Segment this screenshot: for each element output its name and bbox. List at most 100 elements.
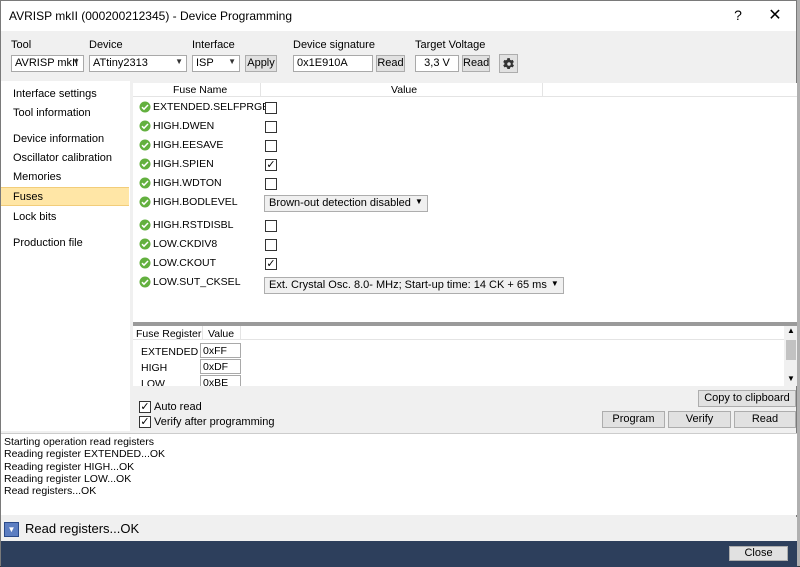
fuse-checkbox[interactable] — [265, 178, 277, 190]
table-row: HIGH 0xDF — [133, 359, 253, 375]
chevron-down-icon: ▼ — [550, 279, 559, 288]
check-circle-icon — [139, 276, 151, 288]
sidebar-item-production-file[interactable]: Production file — [1, 234, 129, 253]
read-button[interactable]: Read — [734, 411, 796, 428]
fuse-name: HIGH.DWEN — [153, 120, 215, 132]
register-value-field[interactable]: 0xBE — [200, 375, 241, 386]
sidebar-item-tool-information[interactable]: Tool information — [1, 104, 129, 123]
register-name: EXTENDED — [141, 346, 199, 358]
fuse-name: EXTENDED.SELFPRGEN — [153, 101, 277, 113]
fuse-grid: Fuse Name Value EXTENDED.SELFPRGEN HIGH.… — [133, 83, 798, 323]
toolbar: Tool AVRISP mkII ▼ Device ATtiny2313 ▼ I… — [1, 31, 796, 79]
check-circle-icon — [139, 120, 151, 132]
sidebar-item-oscillator-calibration[interactable]: Oscillator calibration — [1, 149, 129, 168]
interface-label: Interface — [192, 39, 235, 51]
sut-cksel-select[interactable]: Ext. Crystal Osc. 8.0- MHz; Start-up tim… — [264, 277, 564, 294]
log-line: Reading register LOW...OK — [4, 472, 132, 485]
register-name: HIGH — [141, 362, 168, 374]
device-select[interactable]: ATtiny2313 ▼ — [89, 55, 187, 72]
program-button[interactable]: Program — [602, 411, 665, 428]
verify-after-label: Verify after programming — [154, 416, 275, 428]
scroll-up-icon[interactable]: ▲ — [787, 326, 795, 335]
device-signature-field[interactable]: 0x1E910A — [293, 55, 373, 72]
fuse-checkbox[interactable] — [265, 102, 277, 114]
fuse-row: EXTENDED.SELFPRGEN — [133, 98, 798, 117]
device-signature-label: Device signature — [293, 39, 375, 51]
fuse-grid-header: Fuse Name Value — [133, 83, 798, 97]
fuse-row: HIGH.DWEN — [133, 117, 798, 136]
fuse-row: HIGH.BODLEVEL Brown-out detection disabl… — [133, 193, 798, 217]
bodlevel-select[interactable]: Brown-out detection disabled ▼ — [264, 195, 428, 212]
sidebar-item-device-information[interactable]: Device information — [1, 130, 129, 149]
check-circle-icon — [139, 139, 151, 151]
auto-read-checkbox[interactable]: ✓ — [139, 401, 151, 414]
fuse-name: LOW.CKOUT — [153, 257, 217, 269]
check-circle-icon — [139, 158, 151, 170]
fuse-name: HIGH.BODLEVEL — [153, 196, 238, 208]
fuse-name: LOW.SUT_CKSEL — [153, 276, 241, 288]
log-line: Starting operation read registers — [4, 436, 154, 448]
check-circle-icon — [139, 219, 151, 231]
log-line: Reading register HIGH...OK — [4, 460, 135, 473]
fuse-register-column-header: Fuse Register — [136, 328, 202, 340]
window-title: AVRISP mkII (000200212345) - Device Prog… — [9, 9, 293, 23]
check-circle-icon — [139, 257, 151, 269]
dialog-footer: Close — [1, 541, 798, 567]
check-circle-icon — [139, 101, 151, 113]
sidebar-item-fuses[interactable]: Fuses — [1, 187, 129, 206]
chevron-down-icon: ▼ — [72, 57, 80, 66]
copy-to-clipboard-button[interactable]: Copy to clipboard — [698, 390, 796, 407]
fuse-checkbox[interactable]: ✓ — [265, 258, 277, 270]
apply-button[interactable]: Apply — [245, 55, 277, 72]
interface-select-value: ISP — [196, 57, 214, 69]
target-voltage-label: Target Voltage — [415, 39, 486, 51]
fuse-checkbox[interactable]: ✓ — [265, 159, 277, 171]
settings-button[interactable] — [499, 54, 518, 73]
fuse-checkbox[interactable] — [265, 220, 277, 232]
chevron-down-icon: ▼ — [175, 57, 183, 66]
expand-log-button[interactable]: ▼ — [4, 522, 19, 537]
value-column-header: Value — [391, 84, 418, 96]
status-text: Read registers...OK — [25, 521, 140, 536]
close-window-button[interactable]: ✕ — [766, 5, 784, 25]
fuse-name: HIGH.WDTON — [153, 177, 222, 189]
sidebar-item-interface-settings[interactable]: Interface settings — [1, 85, 129, 104]
sidebar-item-memories[interactable]: Memories — [1, 168, 129, 187]
signature-read-button[interactable]: Read — [376, 55, 405, 72]
register-scrollbar[interactable]: ▲ ▼ — [784, 326, 798, 386]
help-button[interactable]: ? — [730, 7, 746, 23]
fuse-row: HIGH.RSTDISBL — [133, 216, 798, 235]
register-value-column-header: Value — [208, 328, 235, 340]
register-value-field[interactable]: 0xFF — [200, 343, 241, 358]
output-log: Starting operation read registers Readin… — [1, 433, 798, 515]
tool-select[interactable]: AVRISP mkII ▼ — [11, 55, 84, 72]
interface-select[interactable]: ISP ▼ — [192, 55, 240, 72]
target-voltage-field[interactable]: 3,3 V — [415, 55, 459, 72]
register-value-field[interactable]: 0xDF — [200, 359, 241, 374]
verify-after-option[interactable]: ✓ Verify after programming — [139, 416, 275, 429]
table-row: EXTENDED 0xFF — [133, 343, 253, 359]
check-circle-icon — [139, 196, 151, 208]
fuse-name-column-header: Fuse Name — [173, 84, 228, 96]
scroll-thumb[interactable] — [786, 340, 796, 360]
voltage-read-button[interactable]: Read — [462, 55, 490, 72]
fuse-checkbox[interactable] — [265, 239, 277, 251]
fuse-checkbox[interactable] — [265, 121, 277, 133]
scroll-down-icon[interactable]: ▼ — [787, 374, 795, 383]
fuse-row: LOW.SUT_CKSEL Ext. Crystal Osc. 8.0- MHz… — [133, 273, 798, 297]
auto-read-option[interactable]: ✓ Auto read — [139, 401, 202, 414]
chevron-down-icon: ▼ — [414, 197, 423, 206]
auto-read-label: Auto read — [154, 401, 202, 413]
verify-button[interactable]: Verify — [668, 411, 731, 428]
chevron-down-icon: ▼ — [228, 57, 236, 66]
close-button[interactable]: Close — [729, 546, 788, 561]
check-circle-icon — [139, 177, 151, 189]
check-circle-icon — [139, 238, 151, 250]
log-line: Reading register EXTENDED...OK — [4, 448, 166, 461]
sidebar-item-lock-bits[interactable]: Lock bits — [1, 208, 129, 227]
verify-after-checkbox[interactable]: ✓ — [139, 416, 151, 429]
device-label: Device — [89, 39, 123, 51]
fuse-name: LOW.CKDIV8 — [153, 238, 218, 250]
sidebar: Interface settings Tool information Devi… — [1, 81, 130, 431]
fuse-checkbox[interactable] — [265, 140, 277, 152]
